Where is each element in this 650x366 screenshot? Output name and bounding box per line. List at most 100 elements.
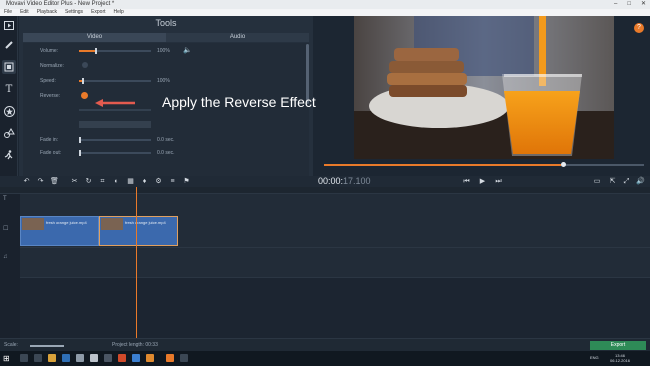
minimize-button[interactable]: – bbox=[614, 0, 617, 9]
popout-icon[interactable]: ⇱ bbox=[608, 177, 617, 186]
cut-icon[interactable]: ✂ bbox=[70, 177, 79, 186]
microphone-icon[interactable]: ♦ bbox=[140, 177, 149, 186]
flag-icon[interactable]: ⚑ bbox=[182, 177, 191, 186]
windows-taskbar: ⊞ ENG 13:46 06.12.2016 bbox=[0, 351, 650, 366]
volume-value[interactable]: 100% bbox=[157, 48, 170, 54]
export-button[interactable]: Export bbox=[590, 341, 646, 350]
volume-fill bbox=[79, 50, 95, 52]
video-track-icon[interactable]: ☐ bbox=[3, 225, 8, 232]
menu-settings[interactable]: Settings bbox=[65, 9, 83, 16]
chrome-icon[interactable] bbox=[118, 354, 126, 362]
annotation-text: Apply the Reverse Effect bbox=[162, 94, 316, 110]
fade-out-value[interactable]: 0.0 sec. bbox=[157, 150, 175, 156]
edge-icon[interactable] bbox=[62, 354, 70, 362]
redo-icon[interactable]: ↷ bbox=[36, 177, 45, 186]
store-icon[interactable] bbox=[76, 354, 84, 362]
normalize-label: Normalize: bbox=[40, 63, 64, 69]
tab-video[interactable]: Video bbox=[23, 33, 166, 42]
equalizer-icon[interactable]: ≡ bbox=[168, 177, 177, 186]
undo-icon[interactable]: ↶ bbox=[22, 177, 31, 186]
titles-button[interactable]: T bbox=[2, 82, 16, 96]
windows-start-icon[interactable]: ⊞ bbox=[3, 354, 12, 363]
normalize-toggle[interactable] bbox=[82, 62, 88, 68]
next-frame-icon[interactable]: ⏭ bbox=[494, 177, 503, 186]
app-icon-4[interactable] bbox=[180, 354, 188, 362]
playhead[interactable] bbox=[136, 187, 137, 338]
delete-icon[interactable]: 🗑 bbox=[50, 177, 59, 186]
timeline-toolbar: ↶ ↷ 🗑 ✂ ↻ ⌗ ◐ ▦ ♦ ⚙ ≡ ⚑ 00:00:17.100 ⏮ ▶… bbox=[0, 176, 650, 187]
clip-properties-button[interactable] bbox=[2, 60, 16, 74]
transitions-button[interactable] bbox=[2, 126, 16, 140]
fade-in-value[interactable]: 0.0 sec. bbox=[157, 137, 175, 143]
disabled-field bbox=[79, 121, 151, 128]
volume-knob[interactable] bbox=[95, 48, 97, 54]
more-tools-button[interactable] bbox=[2, 148, 16, 162]
help-button[interactable]: ? bbox=[634, 23, 644, 33]
speed-knob[interactable] bbox=[82, 78, 84, 84]
fade-in-slider[interactable] bbox=[79, 137, 151, 143]
search-icon[interactable] bbox=[20, 354, 28, 362]
title-bar: Movavi Video Editor Plus - New Project *… bbox=[0, 0, 650, 9]
menu-help[interactable]: Help bbox=[114, 9, 124, 16]
close-button[interactable]: ✕ bbox=[641, 0, 646, 9]
clip-name: fresh orange juice.mp4 bbox=[125, 220, 166, 225]
video-clip-selected[interactable]: fresh orange juice.mp4 bbox=[99, 216, 178, 246]
fade-out-knob[interactable] bbox=[79, 150, 81, 156]
maximize-button[interactable]: □ bbox=[627, 0, 631, 9]
stickers-button[interactable] bbox=[2, 104, 16, 118]
timeline-ruler[interactable] bbox=[0, 187, 650, 194]
video-clip[interactable]: fresh orange juice.mp4 bbox=[20, 216, 99, 246]
volume-icon[interactable]: 🔊 bbox=[636, 177, 645, 186]
color-adjust-icon[interactable]: ◐ bbox=[112, 177, 121, 186]
fade-in-knob[interactable] bbox=[79, 137, 81, 143]
settings-icon[interactable]: ⚙ bbox=[154, 177, 163, 186]
fade-in-label: Fade in: bbox=[40, 137, 59, 143]
app-icon-2[interactable] bbox=[132, 354, 140, 362]
app-icon[interactable] bbox=[104, 354, 112, 362]
brush-icon bbox=[5, 41, 13, 49]
menu-export[interactable]: Export bbox=[91, 9, 105, 16]
preview-seekbar[interactable] bbox=[324, 162, 644, 167]
project-length-label: Project length: bbox=[112, 342, 144, 348]
volume-slider[interactable] bbox=[79, 48, 151, 54]
transition-icon[interactable]: ▦ bbox=[126, 177, 135, 186]
timecode-display: 00:00:17.100 bbox=[318, 176, 371, 187]
preview-video[interactable] bbox=[354, 16, 614, 159]
audio-track[interactable] bbox=[20, 248, 650, 278]
speed-slider[interactable] bbox=[79, 78, 151, 84]
tools-tabs: Video Audio bbox=[23, 33, 309, 42]
reverse-toggle[interactable] bbox=[81, 92, 88, 99]
speed-value[interactable]: 100% bbox=[157, 78, 170, 84]
crop-icon[interactable]: ⌗ bbox=[98, 177, 107, 186]
seekbar-knob[interactable] bbox=[561, 162, 566, 167]
scale-label: Scale: bbox=[4, 342, 18, 348]
film-icon bbox=[4, 20, 14, 30]
mail-icon[interactable] bbox=[90, 354, 98, 362]
aspect-ratio-icon[interactable]: ▭ bbox=[590, 177, 604, 186]
language-indicator[interactable]: ENG bbox=[590, 355, 599, 360]
previous-frame-icon[interactable]: ⏮ bbox=[462, 177, 471, 186]
star-icon bbox=[3, 105, 15, 117]
scale-slider[interactable] bbox=[30, 345, 64, 347]
menu-edit[interactable]: Edit bbox=[20, 9, 29, 16]
file-explorer-icon[interactable] bbox=[48, 354, 56, 362]
task-view-icon[interactable] bbox=[34, 354, 42, 362]
movavi-taskbar-icon[interactable] bbox=[166, 354, 174, 362]
fullscreen-icon[interactable]: ⤢ bbox=[622, 177, 631, 186]
tab-audio[interactable]: Audio bbox=[166, 33, 309, 42]
import-button[interactable] bbox=[2, 18, 16, 32]
fade-out-slider[interactable] bbox=[79, 150, 151, 156]
play-icon[interactable]: ▶ bbox=[478, 177, 487, 186]
project-length-value: 00:33 bbox=[145, 342, 158, 348]
timecode-rest: 17.100 bbox=[343, 176, 371, 186]
app-icon-3[interactable] bbox=[146, 354, 154, 362]
speaker-icon[interactable]: 🔈 bbox=[183, 46, 192, 54]
filters-button[interactable] bbox=[2, 38, 16, 52]
speed-label: Speed: bbox=[40, 78, 56, 84]
music-track-icon: ♫ bbox=[3, 254, 8, 260]
system-clock[interactable]: 13:46 06.12.2016 bbox=[610, 353, 630, 363]
menu-file[interactable]: File bbox=[4, 9, 12, 16]
shapes-icon bbox=[3, 128, 15, 138]
rotate-icon[interactable]: ↻ bbox=[84, 177, 93, 186]
menu-playback[interactable]: Playback bbox=[37, 9, 57, 16]
